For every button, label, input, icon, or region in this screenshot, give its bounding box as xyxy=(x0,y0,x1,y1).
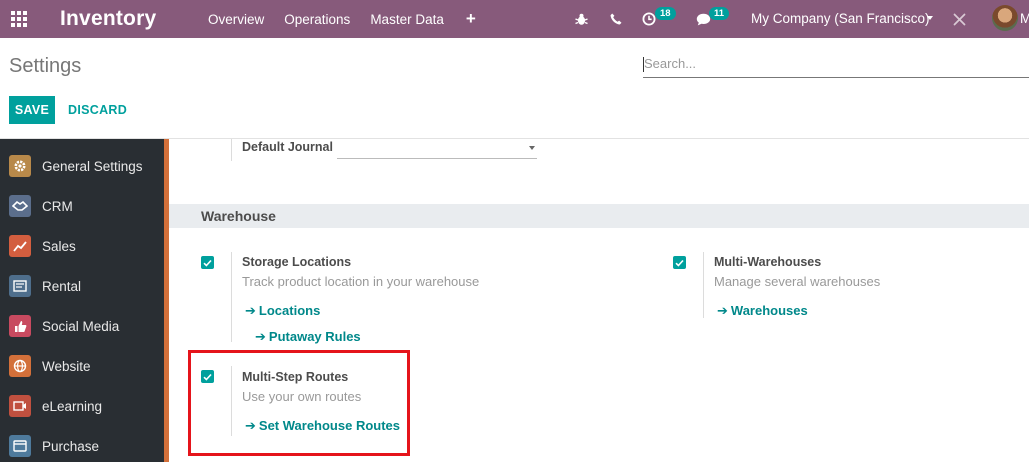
chart-icon xyxy=(9,235,31,257)
apps-menu-button[interactable] xyxy=(2,0,36,38)
arrow-right-icon: ➔ xyxy=(245,303,256,318)
elearning-icon xyxy=(9,395,31,417)
add-menu-button[interactable]: + xyxy=(466,9,476,29)
arrow-right-icon: ➔ xyxy=(255,329,266,344)
clock-icon xyxy=(642,12,656,26)
sidebar-item-general-settings[interactable]: General Settings xyxy=(0,146,164,186)
multi-warehouses-description: Manage several warehouses xyxy=(714,274,881,289)
sidebar-item-label: CRM xyxy=(42,198,73,214)
top-navbar: Inventory Overview Operations Master Dat… xyxy=(0,0,1029,38)
sidebar-item-elearning[interactable]: eLearning xyxy=(0,386,164,426)
sidebar-item-rental[interactable]: Rental xyxy=(0,266,164,306)
sidebar-item-sales[interactable]: Sales xyxy=(0,226,164,266)
link-label: Warehouses xyxy=(730,303,808,318)
multi-warehouses-title: Multi-Warehouses xyxy=(714,255,822,269)
message-count-badge: 11 xyxy=(709,7,730,20)
settings-content: Default Journal Warehouse Storage Locati… xyxy=(169,139,1029,462)
chevron-down-icon xyxy=(927,16,933,20)
sidebar-item-label: eLearning xyxy=(42,398,103,414)
sidebar-item-purchase[interactable]: Purchase xyxy=(0,426,164,462)
sidebar-item-label: General Settings xyxy=(42,158,143,174)
activity-button[interactable] xyxy=(640,0,658,38)
check-icon xyxy=(675,259,684,267)
app-brand[interactable]: Inventory xyxy=(60,7,208,31)
setting-divider xyxy=(231,252,232,342)
save-button[interactable]: SAVE xyxy=(9,96,55,124)
sidebar-item-social-media[interactable]: Social Media xyxy=(0,306,164,346)
activity-count-badge: 18 xyxy=(655,7,676,20)
purchase-icon xyxy=(9,435,31,457)
gear-icon xyxy=(9,155,31,177)
menu-operations[interactable]: Operations xyxy=(284,12,350,27)
setting-divider xyxy=(231,139,232,161)
phone-icon xyxy=(610,13,622,25)
check-icon xyxy=(203,259,212,267)
default-journal-label: Default Journal xyxy=(242,140,333,154)
locations-link[interactable]: ➔ Locations xyxy=(245,303,320,319)
user-name[interactable]: M xyxy=(1020,0,1029,38)
warehouse-section-header: Warehouse xyxy=(169,204,1029,228)
section-title: Warehouse xyxy=(201,208,276,224)
warehouses-link[interactable]: ➔ Warehouses xyxy=(717,303,808,319)
sidebar-item-label: Rental xyxy=(42,278,82,294)
storage-locations-description: Track product location in your warehouse xyxy=(242,274,480,289)
search-placeholder: Search... xyxy=(644,56,697,71)
settings-sidebar: General Settings CRM Sales Rental Social… xyxy=(0,139,164,462)
tools-icon xyxy=(953,13,965,25)
phone-button[interactable] xyxy=(607,0,625,38)
multi-warehouses-checkbox[interactable] xyxy=(673,256,686,269)
sidebar-item-label: Website xyxy=(42,358,91,374)
menu-overview[interactable]: Overview xyxy=(208,12,264,27)
handshake-icon xyxy=(9,195,31,217)
search-input[interactable]: Search... xyxy=(643,53,1029,78)
highlight-box xyxy=(188,350,410,456)
sidebar-item-label: Social Media xyxy=(42,318,120,334)
default-journal-select[interactable] xyxy=(337,139,537,159)
tools-button[interactable] xyxy=(950,0,968,38)
sidebar-item-crm[interactable]: CRM xyxy=(0,186,164,226)
control-panel: Settings Search... SAVE DISCARD xyxy=(0,38,1029,139)
setting-divider xyxy=(703,252,704,318)
user-avatar[interactable] xyxy=(992,5,1018,31)
sidebar-item-label: Purchase xyxy=(42,438,100,454)
messages-button[interactable] xyxy=(694,0,712,38)
globe-icon xyxy=(9,355,31,377)
grid-icon xyxy=(11,11,27,27)
thumbs-up-icon xyxy=(9,315,31,337)
arrow-right-icon: ➔ xyxy=(717,303,728,318)
storage-locations-title: Storage Locations xyxy=(242,255,352,269)
discard-button[interactable]: DISCARD xyxy=(68,96,127,124)
bug-icon xyxy=(574,13,588,25)
debug-button[interactable] xyxy=(572,0,590,38)
sidebar-item-website[interactable]: Website xyxy=(0,346,164,386)
link-label: Locations xyxy=(258,303,321,318)
sidebar-item-label: Sales xyxy=(42,238,76,254)
link-label: Putaway Rules xyxy=(268,329,361,344)
page-title: Settings xyxy=(9,55,82,77)
putaway-rules-link[interactable]: ➔ Putaway Rules xyxy=(255,329,361,345)
menu-master-data[interactable]: Master Data xyxy=(370,12,444,27)
chevron-down-icon xyxy=(529,146,535,150)
storage-locations-checkbox[interactable] xyxy=(201,256,214,269)
rental-icon xyxy=(9,275,31,297)
company-switcher[interactable]: My Company (San Francisco) xyxy=(751,0,930,38)
